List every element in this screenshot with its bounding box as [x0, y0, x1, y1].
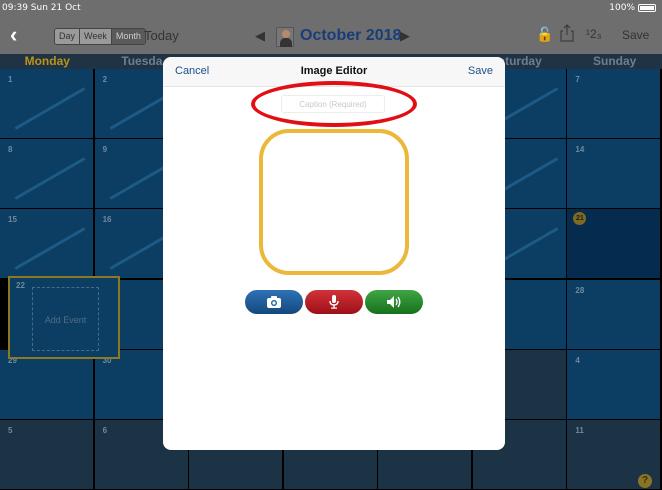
next-month-icon[interactable]: ▶ [400, 28, 410, 44]
lock-icon[interactable]: 🔓 [536, 26, 553, 43]
day-number: 4 [575, 355, 580, 365]
calendar-day-cell[interactable]: 28 [567, 279, 661, 349]
calendar-day-cell[interactable]: 5 [0, 420, 93, 489]
back-chevron-icon[interactable]: ‹ [10, 24, 17, 46]
past-day-strike [14, 87, 86, 130]
view-mode-month[interactable]: Month [111, 29, 145, 44]
speaker-button[interactable] [365, 290, 423, 314]
day-header-sunday: Sunday [592, 54, 637, 68]
toolbar: ‹ Day Week Month Today ◀ October 2018 ▶ … [0, 18, 662, 54]
day-number: 16 [102, 215, 112, 225]
day-number: 7 [575, 75, 580, 84]
day-number: 6 [102, 426, 108, 435]
day-number: 11 [575, 426, 584, 435]
toolbar-save-button[interactable]: Save [622, 28, 649, 42]
calendar-day-cell[interactable]: 29 [0, 349, 93, 419]
status-right: 100% [609, 3, 656, 13]
view-mode-week[interactable]: Week [80, 29, 112, 44]
day-header-monday: Monday [24, 54, 70, 68]
today-badge: 21 [573, 212, 587, 226]
media-button-group [245, 290, 425, 316]
battery-percent: 100% [609, 3, 635, 13]
modal-save-button[interactable]: Save [468, 65, 493, 77]
day-number: 9 [102, 145, 108, 155]
day-number: 5 [8, 426, 13, 435]
modal-title: Image Editor [300, 65, 368, 77]
day-number: 22 [16, 281, 25, 290]
calendar-day-cell[interactable]: 4 [567, 349, 661, 419]
calendar-day-cell[interactable]: 8 [0, 139, 93, 209]
battery-icon [638, 4, 656, 12]
speaker-icon [387, 296, 401, 308]
camera-button[interactable] [245, 290, 303, 314]
highlight-ellipse [251, 81, 417, 127]
today-button[interactable]: Today [144, 28, 179, 43]
add-event-button[interactable]: Add Event [32, 287, 99, 351]
microphone-button[interactable] [305, 290, 363, 314]
calendar-day-cell[interactable]: 15 [0, 209, 93, 279]
status-time-date: 09:39 Sun 21 Oct [2, 3, 81, 13]
app-window: 09:39 Sun 21 Oct 100% ‹ Day Week Month T… [0, 0, 662, 490]
help-icon[interactable]: ? [638, 474, 652, 488]
microphone-icon [329, 295, 339, 309]
day-number: 1 [8, 75, 13, 84]
day-number: 15 [8, 215, 17, 225]
selected-day-cell[interactable]: 22 Add Event [8, 276, 120, 359]
status-bar: 09:39 Sun 21 Oct 100% [0, 0, 662, 18]
calendar-day-cell[interactable]: 1 [0, 69, 93, 138]
share-icon[interactable] [560, 24, 574, 42]
day-number: 8 [8, 145, 13, 155]
day-number: 14 [575, 145, 585, 155]
image-editor-modal: Cancel Image Editor Save [163, 57, 505, 450]
avatar[interactable] [276, 27, 294, 47]
view-mode-segmented-control: Day Week Month [54, 28, 146, 45]
day-number: 2 [102, 75, 108, 84]
numbers-toggle-button[interactable]: ¹2₃ [586, 27, 602, 41]
previous-month-icon[interactable]: ◀ [255, 28, 265, 44]
image-drop-area[interactable] [259, 129, 409, 275]
month-title: October 2018 [300, 27, 402, 44]
view-mode-day[interactable]: Day [55, 29, 81, 44]
calendar-day-cell[interactable]: 14 [567, 139, 661, 209]
camera-icon [267, 296, 281, 308]
day-number: 28 [575, 285, 585, 295]
calendar-day-cell[interactable]: 21 [567, 209, 661, 279]
past-day-strike [14, 227, 86, 271]
calendar-day-cell[interactable]: 7 [567, 69, 661, 138]
past-day-strike [14, 157, 86, 200]
